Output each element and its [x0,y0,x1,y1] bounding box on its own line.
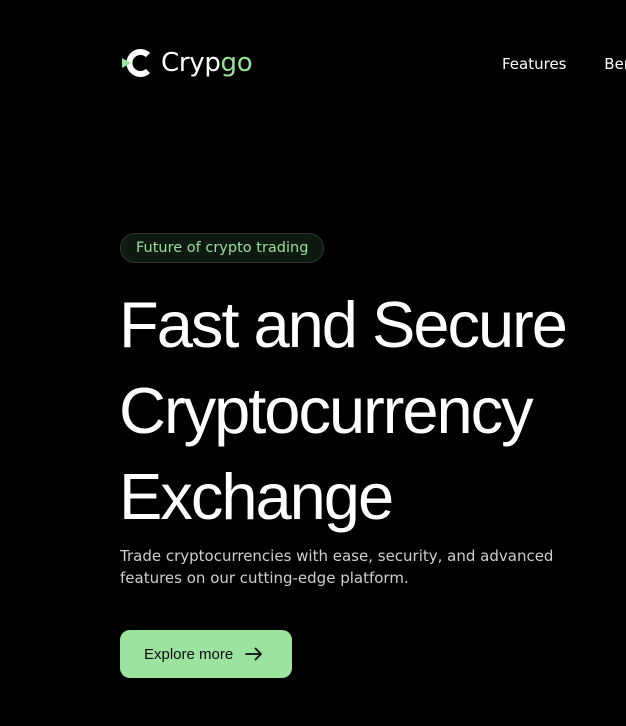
hero-headline: Fast and Secure Cryptocurrency Exchange [119,282,626,540]
hero-headline-line-1: Fast and Secure [119,288,568,361]
nav-item-benefits[interactable]: Bene [604,54,626,74]
hero-tag-badge: Future of crypto trading [120,233,325,263]
brand-logo[interactable]: Crypgo [121,47,253,79]
hero-subtext: Trade cryptocurrencies with ease, securi… [120,547,554,587]
hero-headline-line-2: Cryptocurrency [119,374,534,447]
landing-page: Crypgo Features Bene Future of crypto tr… [0,0,626,726]
brand-name-prefix: Cryp [161,48,221,78]
brand-name: Crypgo [161,47,253,79]
main-nav: Features Bene [502,54,626,74]
explore-more-button[interactable]: Explore more [120,630,292,678]
explore-more-label: Explore more [144,645,234,663]
logo-icon [122,49,151,77]
nav-item-features[interactable]: Features [502,54,567,74]
arrow-right-icon [245,647,263,661]
hero-headline-line-3: Exchange [119,460,394,533]
brand-name-suffix: go [220,48,253,78]
